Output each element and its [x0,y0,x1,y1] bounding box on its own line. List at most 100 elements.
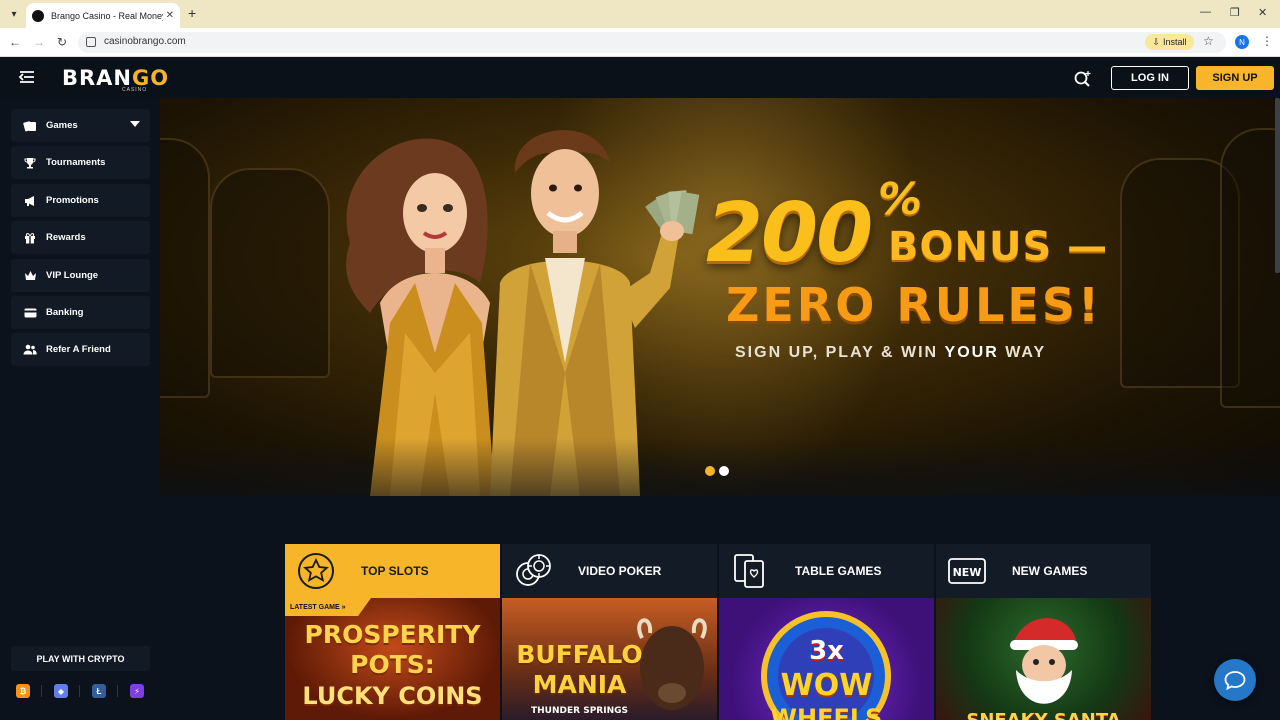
sidebar-item-label: Banking [46,307,84,318]
game-tile-sneaky-santa[interactable]: SNEAKY SANTA [936,598,1151,720]
logo-subtitle: CASINO [122,87,148,93]
tab-title: Brango Casino - Real Money C [51,10,163,21]
megaphone-icon [23,195,37,207]
site-header: BRANGO CASINO LOG IN SIGN UP [0,57,1280,98]
browser-menu-icon[interactable]: ⋮ [1261,34,1273,48]
sidebar-item-promotions[interactable]: Promotions [11,184,150,217]
tab-search-dropdown-icon[interactable]: ▾ [4,4,24,24]
tab-close-icon[interactable]: ✕ [166,10,174,21]
gift-icon [23,232,37,244]
profile-avatar[interactable]: N [1235,35,1249,49]
divider [79,685,80,697]
tab-label: VIDEO POKER [578,564,662,578]
trophy-icon [23,157,37,169]
browser-tab[interactable]: Brango Casino - Real Money C ✕ [26,3,180,28]
site-favicon-icon [32,9,44,22]
hero-subheadline: SIGN UP, PLAY & WIN YOUR WAY [735,344,1046,362]
signup-button[interactable]: SIGN UP [1196,66,1274,90]
game-title: 3x [809,636,844,666]
play-with-crypto-heading: PLAY WITH CRYPTO [11,646,150,671]
url-text: casinobrango.com [104,36,186,47]
carousel-dot-2[interactable] [719,466,729,476]
tab-table-games[interactable]: TABLE GAMES [719,544,934,598]
poker-chips-icon [514,552,552,590]
back-icon[interactable]: ← [9,35,21,49]
site-info-icon[interactable] [86,37,96,47]
game-tile-3x-wow-wheels[interactable]: 3x WOW WHEELS [719,598,934,720]
playing-cards-icon [731,552,769,590]
game-title: WHEELS [770,704,883,720]
address-bar[interactable]: casinobrango.com [78,32,1226,53]
crown-icon [23,270,37,282]
game-title: WOW [780,668,873,703]
bonus-word: BONUS — [888,224,1109,270]
game-tile-prosperity-pots[interactable]: PROSPERITY POTS: LUCKY COINS LATEST GAME… [285,598,500,720]
browser-tab-bar: ▾ Brango Casino - Real Money C ✕ + — ❐ ✕ [0,0,1280,28]
game-title: LUCKY COINS [302,682,483,710]
litecoin-icon[interactable]: Ł [92,684,106,698]
tab-new-games[interactable]: NEW NEW GAMES [936,544,1151,598]
tab-label: TABLE GAMES [795,564,882,578]
sidebar-item-rewards[interactable]: Rewards [11,221,150,254]
sidebar-item-banking[interactable]: Banking [11,296,150,329]
bonus-percentage: 200 [706,186,873,281]
tab-label: NEW GAMES [1012,564,1088,578]
sidebar-item-label: Refer A Friend [46,344,111,355]
bookmark-star-icon[interactable]: ☆ [1203,34,1214,48]
users-icon [23,344,37,356]
tab-top-slots[interactable]: TOP SLOTS [285,544,500,598]
sidebar-item-tournaments[interactable]: Tournaments [11,146,150,179]
subheadline-emphasis: YOUR [944,344,999,361]
restore-icon[interactable]: ❐ [1230,6,1240,19]
subheadline-text: SIGN UP, PLAY & WIN [735,344,945,361]
sidebar-item-refer-a-friend[interactable]: Refer A Friend [11,333,150,366]
game-tile-buffalo-mania[interactable]: BUFFALO MANIA THUNDER SPRINGS [502,598,717,720]
live-chat-button[interactable] [1214,659,1256,701]
page-scrollbar[interactable] [1275,98,1280,273]
sidebar: Games Tournaments Promotions Rewards VIP… [0,98,160,720]
minimize-icon[interactable]: — [1200,6,1211,18]
reload-icon[interactable]: ↻ [57,35,67,49]
cards-icon [23,120,37,132]
star-icon [297,552,335,590]
subheadline-text: WAY [998,344,1047,361]
sidebar-item-label: Promotions [46,195,99,206]
chat-bubble-icon [1224,671,1246,690]
sidebar-item-vip-lounge[interactable]: VIP Lounge [11,259,150,292]
sidebar-item-label: Games [46,120,78,131]
slot-machine-illustration [160,138,210,398]
game-title: PROSPERITY [304,620,481,649]
latest-game-badge: LATEST GAME » [285,598,371,616]
percent-sign: % [878,174,923,225]
install-app-button[interactable]: ⇩ Install [1145,34,1194,50]
forward-icon[interactable]: → [33,35,45,49]
lightning-icon[interactable]: ⚡ [130,684,144,698]
chevron-down-icon[interactable] [130,121,140,127]
divider [41,685,42,697]
install-label: Install [1163,37,1187,47]
game-category-tabs: TOP SLOTS VIDEO POKER TABLE GAMES NEW NE… [285,544,1151,598]
game-title: POTS: [350,650,435,679]
new-tab-icon[interactable]: + [188,5,196,21]
wallet-icon [23,307,37,319]
slot-machine-illustration [1220,128,1280,408]
login-button[interactable]: LOG IN [1111,66,1189,90]
santa-icon [1010,618,1078,704]
window-close-icon[interactable]: ✕ [1258,6,1267,19]
sidebar-toggle-icon[interactable] [18,69,36,85]
carousel-dot-1[interactable] [705,466,715,476]
divider [117,685,118,697]
buffalo-icon [637,618,707,710]
game-title: SNEAKY SANTA [936,710,1151,720]
tab-label: TOP SLOTS [361,564,429,578]
install-icon: ⇩ [1152,36,1161,47]
tab-video-poker[interactable]: VIDEO POKER [502,544,717,598]
new-badge-icon: NEW [948,552,986,590]
ethereum-icon[interactable]: ◆ [54,684,68,698]
bitcoin-icon[interactable]: ₿ [16,684,30,698]
sidebar-item-games[interactable]: Games [11,109,150,142]
zero-rules-headline: ZERO RULES! [726,278,1102,332]
search-icon[interactable] [1073,68,1093,88]
site-logo[interactable]: BRANGO [62,66,169,90]
hero-banner[interactable]: 200 % BONUS — ZERO RULES! SIGN UP, PLAY … [160,98,1280,496]
